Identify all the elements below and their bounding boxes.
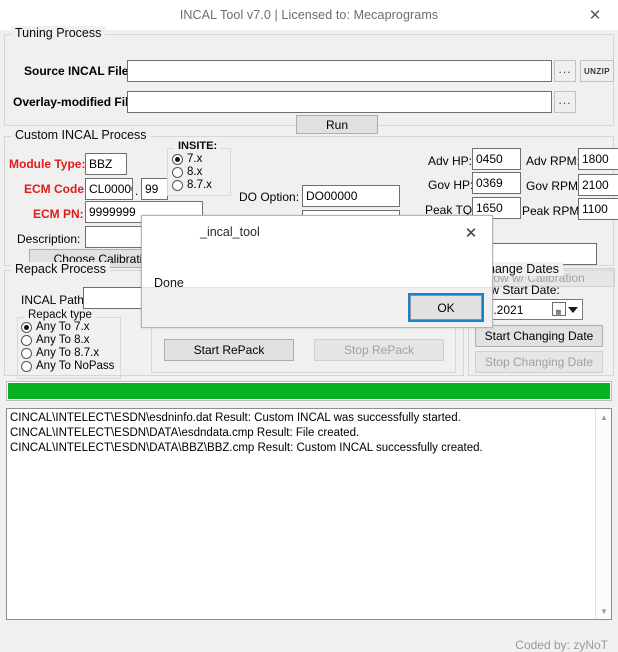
radio-indicator xyxy=(172,153,183,165)
ecm-code-input[interactable]: CL00000 xyxy=(85,178,133,200)
repack-process-legend: Repack Process xyxy=(11,262,111,276)
overlay-modified-file-label: Overlay-modified File: xyxy=(13,95,140,109)
insite-radio-7x[interactable]: 7.x xyxy=(172,153,202,165)
ecm-pn-label: ECM PN: xyxy=(33,207,84,221)
dialog-ok-button[interactable]: OK xyxy=(408,293,484,322)
dialog-titlebar: _incal_tool ✕ xyxy=(142,216,492,252)
module-type-input[interactable]: BBZ xyxy=(85,153,127,175)
log-output-text: CINCAL\INTELECT\ESDN\esdninfo.dat Result… xyxy=(10,412,483,454)
radio-indicator xyxy=(21,334,32,346)
stop-changing-date-button[interactable]: Stop Changing Date xyxy=(475,351,603,373)
incal-tool-dialog: _incal_tool ✕ Done OK xyxy=(141,215,493,328)
adv-rpm-input[interactable]: 1800 xyxy=(578,148,618,170)
footer-credit: Coded by: zyNoT xyxy=(515,638,608,652)
incal-path-label: INCAL Path: xyxy=(21,293,88,307)
ecm-code-label: ECM Code: xyxy=(24,182,88,196)
tuning-process-legend: Tuning Process xyxy=(11,26,106,40)
source-incal-file-label: Source INCAL File: xyxy=(24,64,133,78)
gov-rpm-input[interactable]: 2100 xyxy=(578,174,618,196)
repack-type-group: Repack type Any To 7.x Any To 8.x Any To… xyxy=(17,309,121,379)
gov-hp-input[interactable]: 0369 xyxy=(472,172,521,194)
insite-radio-7x-label: 7.x xyxy=(187,153,203,165)
adv-hp-input[interactable]: 0450 xyxy=(472,148,521,170)
repack-type-radio-8x-label: Any To 8.x xyxy=(36,334,90,346)
chevron-up-icon[interactable]: ▲ xyxy=(596,409,612,425)
dialog-title: _incal_tool xyxy=(200,225,260,239)
radio-indicator xyxy=(21,347,32,359)
source-incal-browse-button[interactable]: ... xyxy=(554,60,576,82)
adv-hp-label: Adv HP: xyxy=(428,154,473,168)
radio-indicator xyxy=(172,166,183,178)
gov-rpm-label: Gov RPM: xyxy=(526,179,582,193)
repack-type-legend: Repack type xyxy=(24,309,96,321)
repack-type-radio-87x-label: Any To 8.7.x xyxy=(36,347,100,359)
tuning-process-group: Tuning Process Source INCAL File: ... UN… xyxy=(4,26,614,134)
peak-rpm-input[interactable]: 1100 xyxy=(578,198,618,220)
insite-radio-8x-label: 8.x xyxy=(187,166,203,178)
ecm-code-separator: . xyxy=(135,184,139,198)
dialog-footer: OK xyxy=(142,287,492,327)
start-repack-button[interactable]: Start RePack xyxy=(164,339,294,361)
calendar-icon[interactable]: ▦ xyxy=(552,302,566,316)
insite-radio-8x[interactable]: 8.x xyxy=(172,166,202,178)
close-icon[interactable]: ✕ xyxy=(450,216,492,250)
log-output-box[interactable]: CINCAL\INTELECT\ESDN\esdninfo.dat Result… xyxy=(6,408,612,620)
repack-type-radio-7x[interactable]: Any To 7.x xyxy=(21,321,90,333)
repack-type-radio-nopass-label: Any To NoPass xyxy=(36,360,115,372)
custom-incal-process-legend: Custom INCAL Process xyxy=(11,128,151,142)
chevron-down-icon[interactable] xyxy=(568,306,578,313)
peak-rpm-label: Peak RPM: xyxy=(522,204,583,218)
adv-rpm-label: Adv RPM: xyxy=(526,154,581,168)
progress-bar xyxy=(6,381,612,401)
radio-indicator xyxy=(21,360,32,372)
run-button[interactable]: Run xyxy=(296,115,378,134)
description-label: Description: xyxy=(17,232,81,246)
repack-type-radio-8x[interactable]: Any To 8.x xyxy=(21,334,90,346)
repack-type-radio-7x-label: Any To 7.x xyxy=(36,321,90,333)
log-scrollbar[interactable]: ▲ ▼ xyxy=(595,409,611,619)
window-title: INCAL Tool v7.0 | Licensed to: Mecaprogr… xyxy=(179,8,439,22)
client-area: Tuning Process Source INCAL File: ... UN… xyxy=(0,26,618,652)
insite-radio-87x-label: 8.7.x xyxy=(187,179,212,191)
repack-type-radio-87x[interactable]: Any To 8.7.x xyxy=(21,347,99,359)
source-incal-file-input[interactable] xyxy=(127,60,552,82)
overlay-modified-browse-button[interactable]: ... xyxy=(554,91,576,113)
repack-type-radio-nopass[interactable]: Any To NoPass xyxy=(21,360,114,372)
close-icon[interactable]: ✕ xyxy=(572,0,618,30)
insite-group: INSITE: 7.x 8.x 8.7.x xyxy=(167,140,231,196)
insite-radio-87x[interactable]: 8.7.x xyxy=(172,179,212,191)
insite-legend: INSITE: xyxy=(174,140,222,152)
stop-repack-button[interactable]: Stop RePack xyxy=(314,339,444,361)
overlay-modified-file-input[interactable] xyxy=(127,91,552,113)
module-type-label: Module Type: xyxy=(9,157,86,171)
radio-indicator xyxy=(172,179,183,191)
gov-hp-label: Gov HP: xyxy=(428,178,474,192)
radio-indicator xyxy=(21,321,32,333)
do-option-label: DO Option: xyxy=(239,190,300,204)
do-option-input[interactable]: DO00000 xyxy=(302,185,400,207)
progress-bar-fill xyxy=(8,383,610,399)
start-changing-date-button[interactable]: Start Changing Date xyxy=(475,325,603,347)
chevron-down-icon[interactable]: ▼ xyxy=(596,603,612,619)
unzip-button[interactable]: UNZIP xyxy=(580,60,614,82)
ecm-code-suffix-input[interactable]: 99 xyxy=(141,178,168,200)
